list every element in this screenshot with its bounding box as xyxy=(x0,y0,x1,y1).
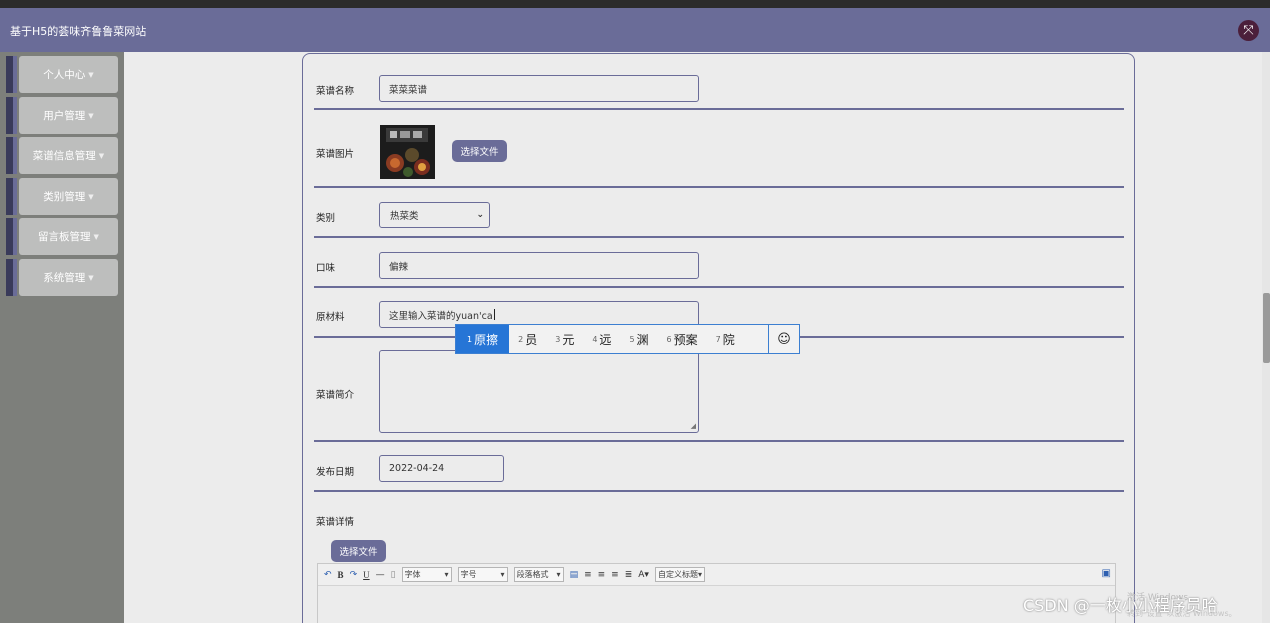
font-size-select[interactable]: 字号 ▾ xyxy=(457,567,508,582)
top-edge xyxy=(0,0,1270,8)
resize-handle-icon[interactable]: ◢ xyxy=(691,422,696,430)
emoji-icon[interactable]: ☺ xyxy=(768,325,799,353)
divider xyxy=(314,186,1124,188)
intro-label: 菜谱简介 xyxy=(316,390,355,401)
category-label: 类别 xyxy=(316,213,336,224)
caret-down-icon: ▼ xyxy=(88,70,94,79)
fullscreen-editor-icon[interactable]: ▣ xyxy=(1102,568,1111,579)
caret-down-icon: ▾ xyxy=(556,570,561,579)
caret-down-icon: ▾ xyxy=(697,570,702,579)
csdn-watermark: CSDN @一枚小小程序员哈 xyxy=(1023,596,1218,615)
font-family-select[interactable]: 字体 ▾ xyxy=(401,567,452,582)
divider xyxy=(314,440,1124,442)
ime-candidate[interactable]: 6 预案 xyxy=(658,325,707,353)
divider xyxy=(314,236,1124,238)
date-value: 2022-04-24 xyxy=(389,463,445,474)
material-value: 这里输入菜谱的yuan'ca xyxy=(389,310,493,322)
caret-down-icon: ▼ xyxy=(88,273,94,282)
sidebar-item-label: 留言板管理 xyxy=(38,231,91,243)
undo-icon[interactable]: ↶ xyxy=(324,570,332,580)
divider xyxy=(314,108,1124,110)
caret-down-icon: ▾ xyxy=(500,570,505,579)
caret-down-icon: ▾ xyxy=(444,570,449,579)
rich-text-editor[interactable]: ↶ B ↷ U — ▯ 字体 ▾ 字号 ▾ 段落格式 ▾ ▤ ≡ ≡ ≡ ≣ A▾ 自… xyxy=(317,563,1116,623)
paragraph-format-select[interactable]: 段落格式 ▾ xyxy=(513,567,564,582)
editor-toolbar: ↶ B ↷ U — ▯ 字体 ▾ 字号 ▾ 段落格式 ▾ ▤ ≡ ≡ ≡ ≣ A▾ 自… xyxy=(318,564,1115,586)
sidebar-item-label: 菜谱信息管理 xyxy=(32,150,96,162)
sidebar: 个人中心 ▼ 用户管理 ▼ 菜谱信息管理 ▼ 类别管理 ▼ 留言板管理 ▼ 系统管理 ▼ xyxy=(0,52,124,623)
sidebar-item-message-board[interactable]: 留言板管理 ▼ xyxy=(6,218,118,255)
date-input[interactable]: 2022-04-24 xyxy=(379,455,504,482)
underline-icon[interactable]: U xyxy=(363,570,370,580)
horizontal-rule-icon[interactable]: — xyxy=(376,570,385,580)
choose-image-button[interactable]: 选择文件 xyxy=(452,140,507,162)
caret-down-icon: ▼ xyxy=(88,192,94,201)
redo-icon[interactable]: ↷ xyxy=(350,570,358,580)
scrollbar-thumb[interactable] xyxy=(1263,293,1270,363)
date-label: 发布日期 xyxy=(316,467,355,478)
intro-textarea[interactable]: ◢ xyxy=(379,350,699,433)
category-value: 热菜类 xyxy=(390,211,419,222)
app-header: 基于H5的荟味齐鲁鲁菜网站 ⤧ xyxy=(0,8,1270,52)
ime-candidate[interactable]: 2员 xyxy=(509,325,546,353)
recipe-image-thumbnail xyxy=(380,125,435,179)
sidebar-item-category-management[interactable]: 类别管理 ▼ xyxy=(6,178,118,215)
ime-candidate[interactable]: 3元 xyxy=(546,325,583,353)
sidebar-item-label: 类别管理 xyxy=(43,191,86,203)
sidebar-item-label: 个人中心 xyxy=(43,69,86,81)
caret-down-icon: ▼ xyxy=(98,151,105,160)
fullscreen-icon[interactable]: ⤧ xyxy=(1238,20,1259,41)
sidebar-item-personal-center[interactable]: 个人中心 ▼ xyxy=(6,56,118,93)
ime-candidate[interactable]: 4远 xyxy=(583,325,620,353)
divider xyxy=(314,490,1124,492)
document-icon[interactable]: ▯ xyxy=(391,570,396,580)
align-left-icon[interactable]: ≡ xyxy=(584,570,592,580)
ime-candidate[interactable]: 5渊 xyxy=(620,325,657,353)
sidebar-item-label: 用户管理 xyxy=(43,110,86,122)
sidebar-item-label: 系统管理 xyxy=(43,272,86,284)
recipe-name-label: 菜谱名称 xyxy=(316,86,355,97)
taste-input[interactable]: 偏辣 xyxy=(379,252,699,279)
caret-down-icon: ▼ xyxy=(88,111,94,120)
sidebar-item-system-management[interactable]: 系统管理 ▼ xyxy=(6,259,118,296)
align-justify-icon[interactable]: ≣ xyxy=(625,570,633,580)
text-cursor xyxy=(493,309,495,320)
recipe-name-input[interactable]: 菜菜菜谱 xyxy=(379,75,699,102)
caret-down-icon: ▼ xyxy=(93,232,99,241)
recipe-name-value: 菜菜菜谱 xyxy=(389,84,428,96)
font-color-icon[interactable]: A▾ xyxy=(638,570,649,580)
material-label: 原材料 xyxy=(316,312,345,323)
ime-candidate[interactable]: 7院 xyxy=(707,325,744,353)
taste-value: 偏辣 xyxy=(389,261,409,273)
align-center-icon[interactable]: ≡ xyxy=(598,570,606,580)
ime-candidate[interactable]: 1 原擦 xyxy=(456,325,510,353)
custom-title-select[interactable]: 自定义标题 ▾ xyxy=(654,567,705,582)
app-title: 基于H5的荟味齐鲁鲁菜网站 xyxy=(10,25,147,38)
recipe-image-label: 菜谱图片 xyxy=(316,149,355,160)
table-icon[interactable]: ▤ xyxy=(570,570,579,580)
sidebar-item-recipe-management[interactable]: 菜谱信息管理 ▼ xyxy=(6,137,118,174)
ime-candidate-bar: 1 原擦 2员 3元 4远 5渊 6 预案 7院 ☺ xyxy=(455,324,800,354)
taste-label: 口味 xyxy=(316,263,336,274)
detail-label: 菜谱详情 xyxy=(316,517,355,528)
align-right-icon[interactable]: ≡ xyxy=(611,570,619,580)
chevron-down-icon: ⌄ xyxy=(476,210,484,220)
sidebar-item-user-management[interactable]: 用户管理 ▼ xyxy=(6,97,118,134)
detail-choose-file-button[interactable]: 选择文件 xyxy=(331,540,386,562)
divider xyxy=(314,286,1124,288)
category-select[interactable]: 热菜类 ⌄ xyxy=(379,202,490,228)
bold-icon[interactable]: B xyxy=(338,570,344,580)
